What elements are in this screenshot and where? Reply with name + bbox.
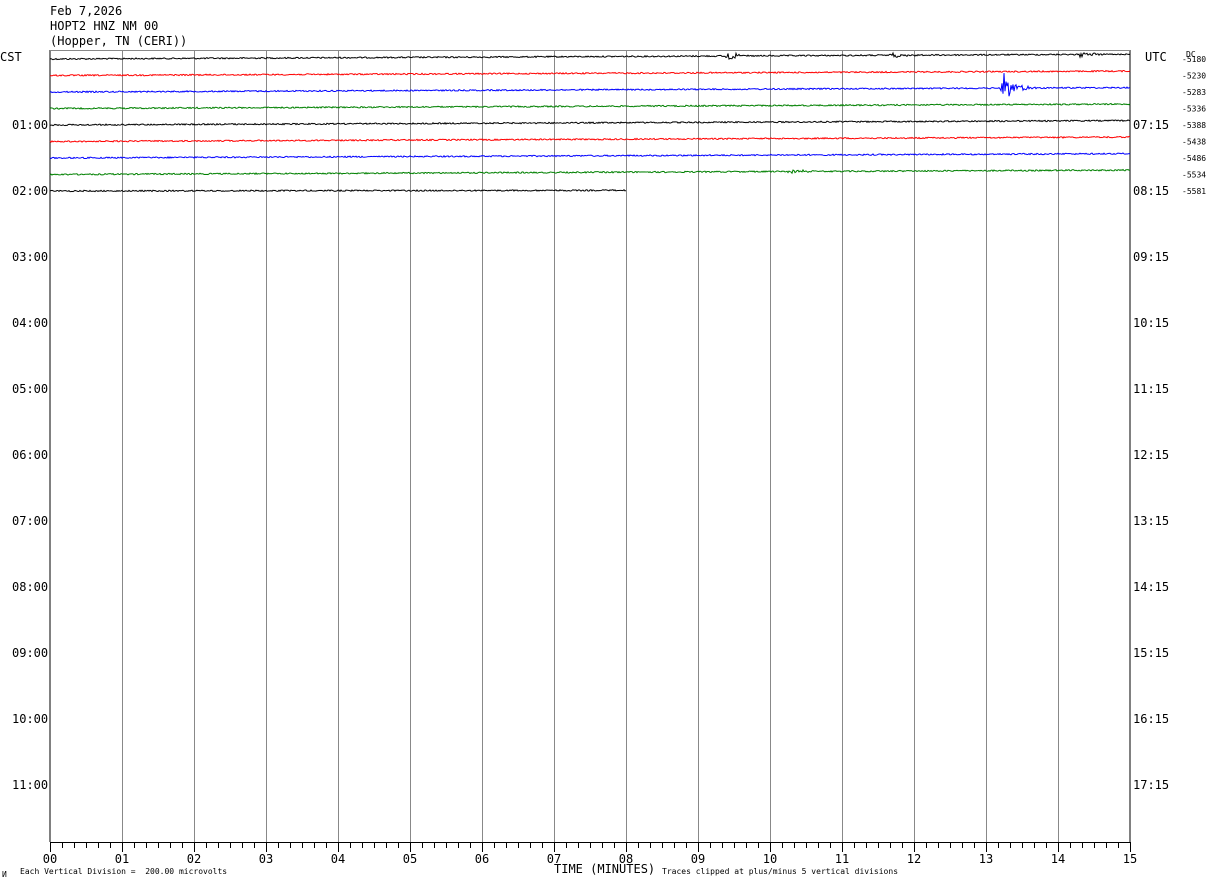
left-hour-label: 03:00 <box>12 250 48 264</box>
right-hour-label: 08:15 <box>1133 184 1169 198</box>
x-tick-label: 09 <box>691 852 705 866</box>
x-tick-label: 04 <box>331 852 345 866</box>
left-hour-label: 09:00 <box>12 646 48 660</box>
scale-note: Each Vertical Division = 200.00 microvol… <box>20 867 228 876</box>
corner-mark: И <box>2 870 7 879</box>
dc-offset-label: -5230 <box>1182 72 1206 81</box>
dc-offset-label: -5388 <box>1182 121 1206 130</box>
clip-note: Traces clipped at plus/minus 5 vertical … <box>662 867 899 876</box>
seismic-trace-line-2 <box>49 73 1130 97</box>
right-hour-label: 15:15 <box>1133 646 1169 660</box>
seismic-trace-line-7 <box>49 168 1131 176</box>
x-tick-label: 06 <box>475 852 489 866</box>
seismic-trace-line-4 <box>49 119 1131 127</box>
left-hour-label: 05:00 <box>12 382 48 396</box>
x-tick-label: 00 <box>43 852 57 866</box>
left-hour-label: 02:00 <box>12 184 48 198</box>
left-hour-label: 08:00 <box>12 580 48 594</box>
x-tick-label: 14 <box>1051 852 1065 866</box>
dc-offset-label: -5581 <box>1182 187 1206 196</box>
dc-offset-label: -5438 <box>1182 138 1206 147</box>
right-hour-label: 14:15 <box>1133 580 1169 594</box>
dc-offset-label: -5534 <box>1182 171 1206 180</box>
x-tick-label: 01 <box>115 852 129 866</box>
x-tick-label: 11 <box>835 852 849 866</box>
right-hour-label: 16:15 <box>1133 712 1169 726</box>
x-tick-label: 02 <box>187 852 201 866</box>
seismic-trace-line-6 <box>49 152 1131 160</box>
left-hour-label: 04:00 <box>12 316 48 330</box>
dc-offset-label: -5336 <box>1182 105 1206 114</box>
seismic-trace-line-0 <box>49 51 1131 61</box>
x-tick-label: 15 <box>1123 852 1137 866</box>
seismic-trace-line-5 <box>49 135 1131 143</box>
dc-offset-label: -5180 <box>1182 55 1206 64</box>
right-hour-label: 17:15 <box>1133 778 1169 792</box>
left-hour-label: 10:00 <box>12 712 48 726</box>
helicorder-chart: 00 01 02 03 04 05 06 07 08 09 10 11 12 13 14 1501:0002:… <box>12 50 1206 866</box>
x-tick-label: 10 <box>763 852 777 866</box>
right-hour-label: 11:15 <box>1133 382 1169 396</box>
right-hour-label: 07:15 <box>1133 118 1169 132</box>
x-tick-label: 05 <box>403 852 417 866</box>
seismic-trace-line-1 <box>49 69 1131 77</box>
right-hour-label: 13:15 <box>1133 514 1169 528</box>
left-hour-label: 07:00 <box>12 514 48 528</box>
right-hour-label: 10:15 <box>1133 316 1169 330</box>
x-tick-label: 13 <box>979 852 993 866</box>
left-hour-label: 01:00 <box>12 118 48 132</box>
x-tick-label: 03 <box>259 852 273 866</box>
dc-offset-label: -5283 <box>1182 88 1206 97</box>
left-hour-label: 11:00 <box>12 778 48 792</box>
x-tick-label: 12 <box>907 852 921 866</box>
seismic-trace-line-3 <box>49 102 1131 110</box>
dc-offset-label: -5486 <box>1182 154 1206 163</box>
right-hour-label: 12:15 <box>1133 448 1169 462</box>
x-axis-title: TIME (MINUTES) <box>554 862 656 876</box>
left-hour-label: 06:00 <box>12 448 48 462</box>
right-hour-label: 09:15 <box>1133 250 1169 264</box>
